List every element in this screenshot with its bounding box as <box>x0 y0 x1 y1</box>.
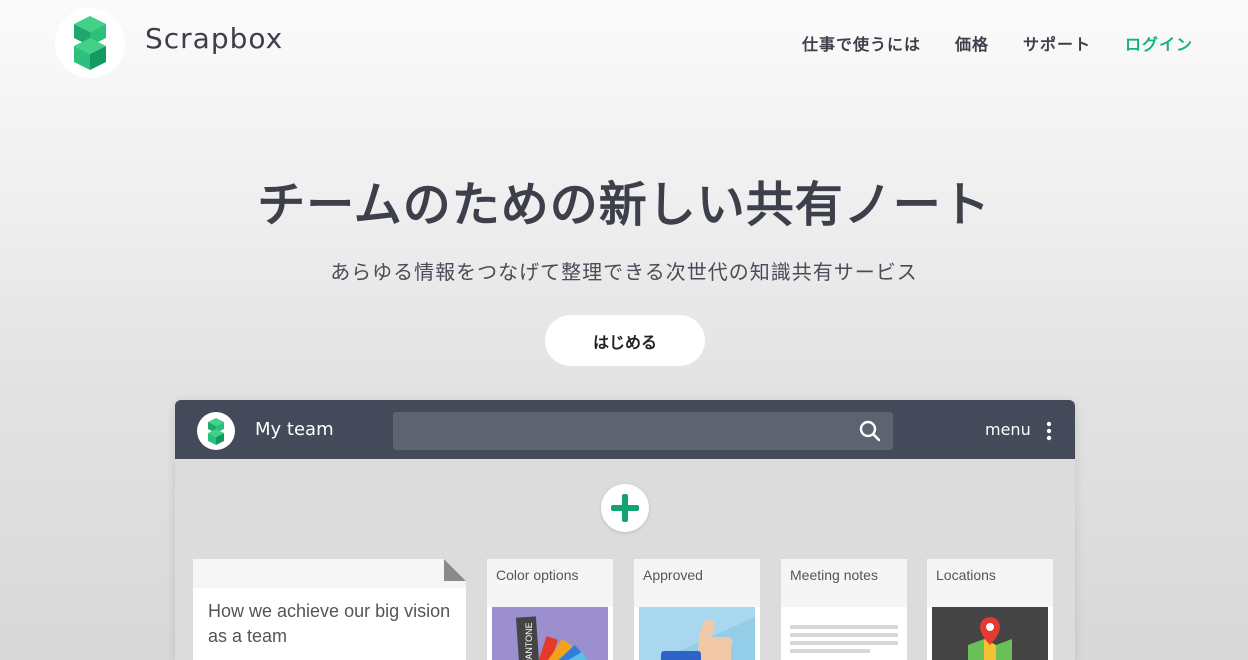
card-title: Meeting notes <box>781 559 907 607</box>
color-swatch-image: PANTONE <box>515 616 589 660</box>
search-icon[interactable] <box>859 420 881 442</box>
map-thumbnail <box>932 607 1048 660</box>
page-card[interactable]: Color options PANTONE <box>487 559 613 660</box>
meeting-notes-thumbnail <box>786 607 902 660</box>
brand-logo[interactable] <box>55 8 125 78</box>
card-title: How we achieve our big vision as a team <box>208 601 451 646</box>
hero-subtitle: あらゆる情報をつなげて整理できる次世代の知識共有サービス <box>330 260 918 284</box>
page-card[interactable]: Locations <box>927 559 1053 660</box>
scrapbox-logo-icon <box>208 417 224 445</box>
app-logo[interactable] <box>197 412 235 450</box>
thumbs-up-icon <box>659 617 755 660</box>
nav-link-login[interactable]: ログイン <box>1125 31 1193 55</box>
brand-name[interactable]: Scrapbox <box>145 22 283 55</box>
nav-link-pricing[interactable]: 価格 <box>955 31 989 55</box>
nav-link-support[interactable]: サポート <box>1023 31 1091 55</box>
map-icon <box>968 617 1012 660</box>
app-header-bar: My team menu <box>175 400 1075 459</box>
scrapbox-logo-icon <box>74 16 106 70</box>
color-swatch-thumbnail: PANTONE <box>492 607 608 660</box>
search-input[interactable] <box>393 412 893 450</box>
new-page-button[interactable] <box>601 484 649 532</box>
text-lines-icon <box>790 625 898 653</box>
app-preview: My team menu How we achieve our big visi… <box>175 400 1075 660</box>
menu-label[interactable]: menu <box>985 420 1031 439</box>
hero-title: チームのための新しい共有ノート <box>257 177 991 233</box>
start-button[interactable]: はじめる <box>545 315 705 366</box>
plus-icon <box>611 494 639 522</box>
card-title: Color options <box>487 559 613 607</box>
thumbs-up-thumbnail <box>639 607 755 660</box>
card-header-strip <box>193 559 466 588</box>
page-card[interactable]: Approved <box>634 559 760 660</box>
pantone-label: PANTONE <box>524 622 534 660</box>
card-title: Approved <box>634 559 760 607</box>
page-card[interactable]: How we achieve our big vision as a team <box>193 559 466 660</box>
more-vertical-icon[interactable] <box>1046 421 1052 441</box>
team-name[interactable]: My team <box>255 419 334 440</box>
card-title: Locations <box>927 559 1053 607</box>
nav-link-business[interactable]: 仕事で使うには <box>802 31 921 55</box>
pinned-corner-icon <box>444 559 466 581</box>
top-nav: 仕事で使うには 価格 サポート ログイン <box>802 31 1193 55</box>
page-card[interactable]: Meeting notes <box>781 559 907 660</box>
